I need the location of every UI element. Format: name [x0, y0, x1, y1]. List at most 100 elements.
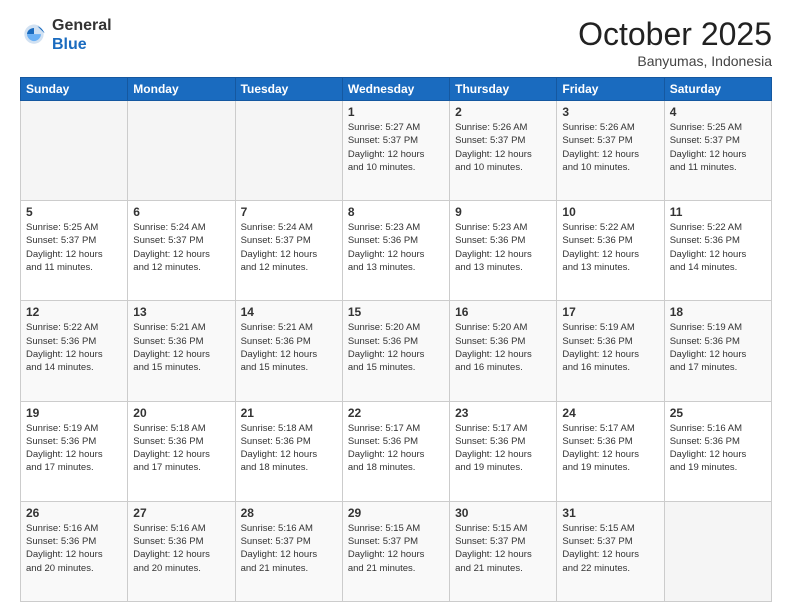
header: General Blue October 2025 Banyumas, Indo… [20, 16, 772, 69]
calendar-cell: 16 Sunrise: 5:20 AM Sunset: 5:36 PM Dayli… [450, 301, 557, 401]
calendar-cell: 3 Sunrise: 5:26 AM Sunset: 5:37 PM Daylig… [557, 101, 664, 201]
day-info: Sunrise: 5:19 AM Sunset: 5:36 PM Dayligh… [670, 321, 766, 374]
day-number: 22 [348, 406, 444, 420]
calendar-cell: 17 Sunrise: 5:19 AM Sunset: 5:36 PM Dayli… [557, 301, 664, 401]
calendar-cell: 24 Sunrise: 5:17 AM Sunset: 5:36 PM Dayli… [557, 401, 664, 501]
day-info: Sunrise: 5:22 AM Sunset: 5:36 PM Dayligh… [670, 221, 766, 274]
day-number: 23 [455, 406, 551, 420]
day-number: 29 [348, 506, 444, 520]
day-info: Sunrise: 5:25 AM Sunset: 5:37 PM Dayligh… [670, 121, 766, 174]
title-block: October 2025 Banyumas, Indonesia [578, 16, 772, 69]
day-info: Sunrise: 5:17 AM Sunset: 5:36 PM Dayligh… [562, 422, 658, 475]
calendar-cell: 6Sunrise: 5:24 AM Sunset: 5:37 PM Daylig… [128, 201, 235, 301]
calendar-cell: 28 Sunrise: 5:16 AM Sunset: 5:37 PM Dayli… [235, 501, 342, 601]
day-number: 17 [562, 305, 658, 319]
calendar-cell: 2 Sunrise: 5:26 AM Sunset: 5:37 PM Daylig… [450, 101, 557, 201]
day-number: 11 [670, 205, 766, 219]
day-number: 18 [670, 305, 766, 319]
calendar-week-row: 19Sunrise: 5:19 AM Sunset: 5:36 PM Dayli… [21, 401, 772, 501]
calendar-cell: 31 Sunrise: 5:15 AM Sunset: 5:37 PM Dayli… [557, 501, 664, 601]
day-number: 15 [348, 305, 444, 319]
calendar-week-row: 26 Sunrise: 5:16 AM Sunset: 5:36 PM Dayli… [21, 501, 772, 601]
day-number: 26 [26, 506, 122, 520]
calendar-cell: 21 Sunrise: 5:18 AM Sunset: 5:36 PM Dayli… [235, 401, 342, 501]
day-number: 12 [26, 305, 122, 319]
calendar-cell: 15 Sunrise: 5:20 AM Sunset: 5:36 PM Dayli… [342, 301, 449, 401]
day-info: Sunrise: 5:16 AM Sunset: 5:36 PM Dayligh… [133, 522, 229, 575]
logo: General Blue [20, 16, 112, 54]
day-info: Sunrise: 5:20 AM Sunset: 5:36 PM Dayligh… [348, 321, 444, 374]
day-info: Sunrise: 5:24 AM Sunset: 5:37 PM Dayligh… [133, 221, 229, 274]
day-info: Sunrise: 5:21 AM Sunset: 5:36 PM Dayligh… [241, 321, 337, 374]
day-number: 10 [562, 205, 658, 219]
calendar-cell: 18 Sunrise: 5:19 AM Sunset: 5:36 PM Dayli… [664, 301, 771, 401]
location: Banyumas, Indonesia [578, 53, 772, 69]
month-title: October 2025 [578, 16, 772, 53]
day-info: Sunrise: 5:26 AM Sunset: 5:37 PM Dayligh… [455, 121, 551, 174]
day-info: Sunrise: 5:15 AM Sunset: 5:37 PM Dayligh… [562, 522, 658, 575]
day-number: 7 [241, 205, 337, 219]
day-info: Sunrise: 5:21 AM Sunset: 5:36 PM Dayligh… [133, 321, 229, 374]
calendar-cell: 5 Sunrise: 5:25 AM Sunset: 5:37 PM Daylig… [21, 201, 128, 301]
day-number: 28 [241, 506, 337, 520]
calendar-cell: 8 Sunrise: 5:23 AM Sunset: 5:36 PM Daylig… [342, 201, 449, 301]
calendar-cell: 14Sunrise: 5:21 AM Sunset: 5:36 PM Dayli… [235, 301, 342, 401]
day-number: 8 [348, 205, 444, 219]
calendar-cell [128, 101, 235, 201]
calendar-cell [21, 101, 128, 201]
logo-blue: Blue [52, 36, 87, 53]
day-info: Sunrise: 5:25 AM Sunset: 5:37 PM Dayligh… [26, 221, 122, 274]
day-number: 4 [670, 105, 766, 119]
day-info: Sunrise: 5:23 AM Sunset: 5:36 PM Dayligh… [348, 221, 444, 274]
day-info: Sunrise: 5:18 AM Sunset: 5:36 PM Dayligh… [241, 422, 337, 475]
calendar-cell: 27 Sunrise: 5:16 AM Sunset: 5:36 PM Dayli… [128, 501, 235, 601]
day-info: Sunrise: 5:20 AM Sunset: 5:36 PM Dayligh… [455, 321, 551, 374]
day-number: 30 [455, 506, 551, 520]
calendar-day-header: Tuesday [235, 78, 342, 101]
calendar-day-header: Thursday [450, 78, 557, 101]
day-number: 9 [455, 205, 551, 219]
day-info: Sunrise: 5:16 AM Sunset: 5:37 PM Dayligh… [241, 522, 337, 575]
day-number: 24 [562, 406, 658, 420]
day-number: 25 [670, 406, 766, 420]
day-info: Sunrise: 5:15 AM Sunset: 5:37 PM Dayligh… [348, 522, 444, 575]
day-info: Sunrise: 5:19 AM Sunset: 5:36 PM Dayligh… [26, 422, 122, 475]
calendar-cell: 23 Sunrise: 5:17 AM Sunset: 5:36 PM Dayli… [450, 401, 557, 501]
logo-text: General Blue [52, 16, 112, 54]
day-number: 2 [455, 105, 551, 119]
logo-icon [20, 21, 48, 49]
calendar-day-header: Sunday [21, 78, 128, 101]
day-number: 31 [562, 506, 658, 520]
calendar-week-row: 1 Sunrise: 5:27 AM Sunset: 5:37 PM Daylig… [21, 101, 772, 201]
day-info: Sunrise: 5:15 AM Sunset: 5:37 PM Dayligh… [455, 522, 551, 575]
calendar-cell: 29 Sunrise: 5:15 AM Sunset: 5:37 PM Dayli… [342, 501, 449, 601]
logo-general: General [52, 17, 112, 34]
day-info: Sunrise: 5:19 AM Sunset: 5:36 PM Dayligh… [562, 321, 658, 374]
day-number: 21 [241, 406, 337, 420]
calendar-cell: 25Sunrise: 5:16 AM Sunset: 5:36 PM Dayli… [664, 401, 771, 501]
day-number: 3 [562, 105, 658, 119]
day-number: 1 [348, 105, 444, 119]
day-info: Sunrise: 5:17 AM Sunset: 5:36 PM Dayligh… [455, 422, 551, 475]
calendar-day-header: Friday [557, 78, 664, 101]
day-number: 27 [133, 506, 229, 520]
calendar-cell [664, 501, 771, 601]
day-info: Sunrise: 5:26 AM Sunset: 5:37 PM Dayligh… [562, 121, 658, 174]
calendar-cell: 26 Sunrise: 5:16 AM Sunset: 5:36 PM Dayli… [21, 501, 128, 601]
day-info: Sunrise: 5:16 AM Sunset: 5:36 PM Dayligh… [26, 522, 122, 575]
calendar-cell: 9Sunrise: 5:23 AM Sunset: 5:36 PM Daylig… [450, 201, 557, 301]
calendar-cell: 7 Sunrise: 5:24 AM Sunset: 5:37 PM Daylig… [235, 201, 342, 301]
day-number: 16 [455, 305, 551, 319]
day-info: Sunrise: 5:17 AM Sunset: 5:36 PM Dayligh… [348, 422, 444, 475]
calendar-cell: 1 Sunrise: 5:27 AM Sunset: 5:37 PM Daylig… [342, 101, 449, 201]
calendar-table: SundayMondayTuesdayWednesdayThursdayFrid… [20, 77, 772, 602]
calendar-day-header: Wednesday [342, 78, 449, 101]
day-number: 5 [26, 205, 122, 219]
day-info: Sunrise: 5:24 AM Sunset: 5:37 PM Dayligh… [241, 221, 337, 274]
calendar-header-row: SundayMondayTuesdayWednesdayThursdayFrid… [21, 78, 772, 101]
calendar-cell: 19Sunrise: 5:19 AM Sunset: 5:36 PM Dayli… [21, 401, 128, 501]
calendar-week-row: 5 Sunrise: 5:25 AM Sunset: 5:37 PM Daylig… [21, 201, 772, 301]
calendar-cell: 30 Sunrise: 5:15 AM Sunset: 5:37 PM Dayli… [450, 501, 557, 601]
calendar-cell: 12Sunrise: 5:22 AM Sunset: 5:36 PM Dayli… [21, 301, 128, 401]
day-info: Sunrise: 5:27 AM Sunset: 5:37 PM Dayligh… [348, 121, 444, 174]
